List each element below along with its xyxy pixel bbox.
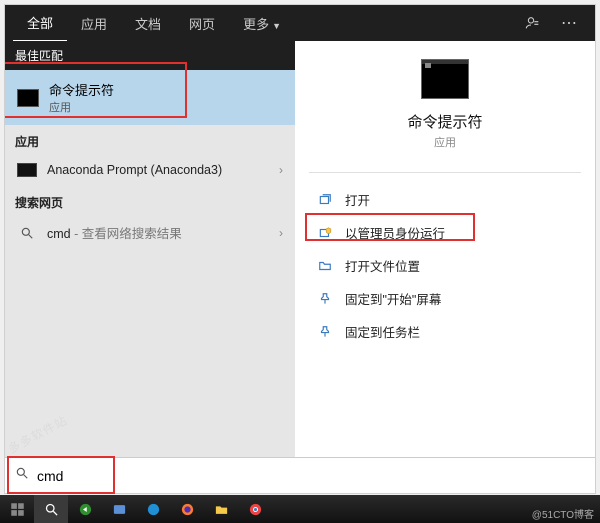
result-web-cmd[interactable]: cmd - 查看网络搜索结果 ›: [5, 215, 295, 250]
taskbar-firefox[interactable]: [170, 495, 204, 523]
taskbar-search[interactable]: [34, 495, 68, 523]
taskbar-chrome[interactable]: [238, 495, 272, 523]
start-search-panel: 全部 应用 文档 网页 更多▼ ⋯ 最佳匹配 命令提示符 应用 应用 Ana: [4, 4, 596, 494]
section-web: 搜索网页: [5, 186, 295, 215]
preview-title: 命令提示符: [407, 111, 482, 132]
open-icon: [315, 193, 335, 207]
shield-icon: [315, 226, 335, 240]
action-pin-start[interactable]: 固定到"开始"屏幕: [309, 282, 581, 315]
tab-web[interactable]: 网页: [175, 6, 229, 41]
divider: [309, 172, 581, 173]
folder-icon: [315, 259, 335, 273]
start-button[interactable]: [0, 495, 34, 523]
search-icon: [17, 225, 37, 241]
tab-documents[interactable]: 文档: [121, 6, 175, 41]
cmd-large-icon: [421, 59, 469, 99]
section-apps: 应用: [5, 125, 295, 154]
taskbar-app-1[interactable]: [68, 495, 102, 523]
tab-all[interactable]: 全部: [13, 5, 67, 42]
search-icon: [15, 466, 29, 485]
best-match-item[interactable]: 命令提示符 应用: [5, 70, 295, 125]
pin-icon: [315, 325, 335, 339]
preview-subtitle: 应用: [434, 134, 456, 150]
taskbar-explorer[interactable]: [204, 495, 238, 523]
chevron-right-icon: ›: [279, 163, 283, 177]
chevron-right-icon: ›: [279, 226, 283, 240]
taskbar: @51CTO博客: [0, 495, 600, 523]
search-input[interactable]: [37, 468, 585, 484]
options-icon[interactable]: ⋯: [551, 7, 587, 39]
search-input-row[interactable]: [5, 457, 595, 493]
watermark: @51CTO博客: [532, 506, 594, 521]
tab-more[interactable]: 更多▼: [229, 6, 295, 41]
search-filter-tabs: 全部 应用 文档 网页 更多▼ ⋯: [5, 5, 595, 41]
preview-pane: 命令提示符 应用 打开 以管理员身份运行 打开文件位置 固定到"开始"屏幕: [295, 41, 595, 457]
result-label: Anaconda Prompt (Anaconda3): [47, 163, 279, 177]
result-anaconda-prompt[interactable]: Anaconda Prompt (Anaconda3) ›: [5, 154, 295, 186]
web-result-term: cmd: [47, 227, 71, 241]
tab-apps[interactable]: 应用: [67, 6, 121, 41]
taskbar-app-2[interactable]: [102, 495, 136, 523]
results-list: 最佳匹配 命令提示符 应用 应用 Anaconda Prompt (Anacon…: [5, 41, 295, 457]
console-icon: [17, 163, 37, 177]
taskbar-edge[interactable]: [136, 495, 170, 523]
action-open-location[interactable]: 打开文件位置: [309, 249, 581, 282]
best-match-subtitle: 应用: [49, 99, 114, 115]
action-run-as-admin[interactable]: 以管理员身份运行: [309, 216, 581, 249]
action-open[interactable]: 打开: [309, 183, 581, 216]
web-result-sub: - 查看网络搜索结果: [71, 227, 182, 241]
best-match-title: 命令提示符: [49, 80, 114, 99]
section-best-match: 最佳匹配: [5, 41, 295, 70]
watermark: 多多软件站: [5, 411, 70, 457]
cmd-icon: [17, 89, 39, 107]
action-pin-taskbar[interactable]: 固定到任务栏: [309, 315, 581, 348]
pin-icon: [315, 292, 335, 306]
feedback-icon[interactable]: [515, 9, 551, 37]
